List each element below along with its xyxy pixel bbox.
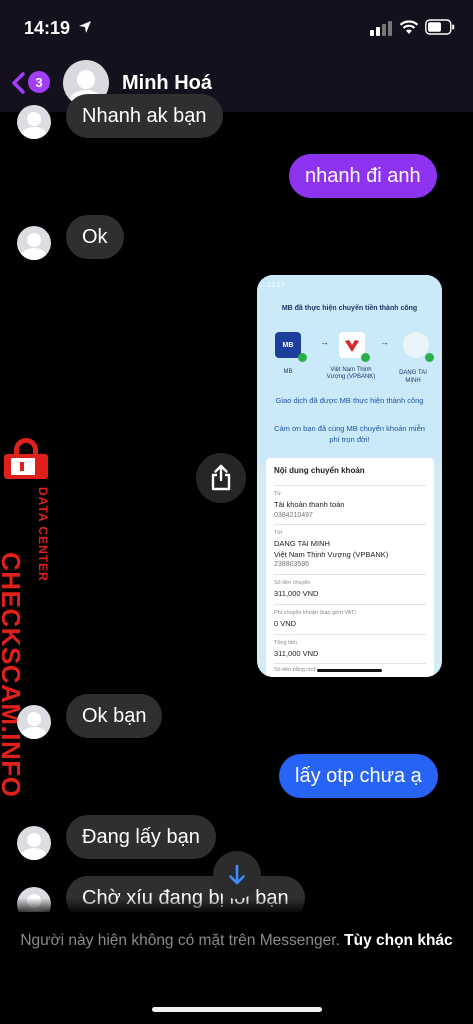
mb-logo: MB — [275, 332, 301, 358]
to-caption: Tới — [274, 530, 283, 536]
amount-caption: Số tiền chuyển — [274, 580, 311, 586]
vpbank-flower-icon — [345, 340, 359, 352]
receipt-title: MB đã thực hiện chuyển tiền thành công — [281, 305, 418, 312]
message-bubble-outgoing[interactable]: nhanh đi anh — [289, 154, 437, 198]
message-bubble-incoming[interactable]: Ok — [66, 215, 124, 259]
from-number: 0384210497 — [274, 512, 313, 519]
message-bubble-incoming[interactable]: Nhanh ak bạn — [66, 94, 223, 138]
chevron-left-icon — [12, 72, 25, 94]
to-number: 238803586 — [274, 561, 310, 568]
avatar[interactable] — [17, 705, 51, 739]
divider — [274, 524, 426, 525]
avatar[interactable] — [17, 826, 51, 860]
status-time: 14:19 — [24, 18, 71, 38]
recipient-label: DANG TAI MINH — [399, 370, 427, 384]
message-bubble-incoming[interactable]: Đang lấy bạn — [66, 815, 216, 859]
watermark-subtitle: DATA CENTER — [36, 487, 50, 582]
arrow-right-icon: → — [320, 337, 329, 347]
bank-label: Việt Nam Thịnh Vượng (VPBANK) — [326, 367, 376, 380]
from-account: Tài khoản thanh toán — [274, 500, 345, 509]
to-bank: Việt Nam Thịnh Vượng (VPBANK) — [274, 550, 389, 559]
check-icon — [298, 353, 307, 362]
unread-badge: 3 — [28, 71, 50, 93]
fee-caption: Phí chuyển khoản (bao gồm VAT) — [274, 610, 357, 616]
share-icon — [211, 464, 231, 491]
transfer-details-panel: Nội dung chuyển khoản Từ Tài khoản thanh… — [266, 458, 434, 677]
arrow-down-icon — [229, 864, 245, 885]
divider — [274, 663, 426, 664]
home-indicator[interactable] — [152, 1007, 322, 1012]
divider — [274, 634, 426, 635]
receipt-message-1: Giao dịch đã được MB thực hiện thành côn… — [275, 396, 424, 405]
battery-icon — [425, 19, 455, 35]
total-caption: Tổng tiền — [274, 640, 297, 646]
arrow-right-icon: → — [380, 337, 389, 347]
divider — [274, 485, 426, 486]
from-bank-label: MB — [283, 369, 293, 375]
footer-notice-block: Người này hiện không có mặt trên Messeng… — [20, 930, 453, 951]
image-attachment[interactable]: 13:17 MB đã thực hiện chuyển tiền thành … — [257, 275, 442, 677]
avatar[interactable] — [17, 226, 51, 260]
unavailable-notice: Người này hiện không có mặt trên Messeng… — [20, 932, 340, 949]
words-caption: Số tiền bằng chữ — [274, 667, 316, 673]
fee-value: 0 VND — [274, 619, 297, 628]
avatar[interactable] — [17, 105, 51, 139]
contact-name[interactable]: Minh Hoá — [122, 72, 212, 95]
details-title: Nội dung chuyển khoản — [274, 466, 365, 475]
message-bubble-incoming[interactable]: Ok bạn — [66, 694, 163, 738]
more-options-link[interactable]: Tùy chọn khác — [344, 932, 453, 949]
check-icon — [361, 353, 370, 362]
check-icon — [425, 353, 434, 362]
from-caption: Từ — [274, 491, 282, 497]
to-name: DANG TAI MINH — [274, 539, 330, 548]
divider — [274, 574, 426, 575]
receipt-time: 13:17 — [267, 282, 285, 289]
scroll-to-bottom-button[interactable] — [213, 851, 261, 899]
receipt-message-2: Cảm ơn bạn đã cùng MB chuyển khoản miễn … — [274, 424, 425, 444]
divider — [274, 604, 426, 605]
share-button[interactable] — [196, 453, 246, 503]
lock-icon — [4, 438, 48, 479]
total-value: 311,000 VND — [274, 649, 319, 658]
receipt-home-indicator — [317, 669, 382, 672]
location-arrow-icon — [79, 21, 91, 33]
amount-value: 311,000 VND — [274, 589, 319, 598]
wifi-icon — [399, 20, 419, 34]
signal-icon — [370, 21, 392, 36]
message-bubble-outgoing[interactable]: lấy otp chưa ạ — [279, 754, 438, 798]
